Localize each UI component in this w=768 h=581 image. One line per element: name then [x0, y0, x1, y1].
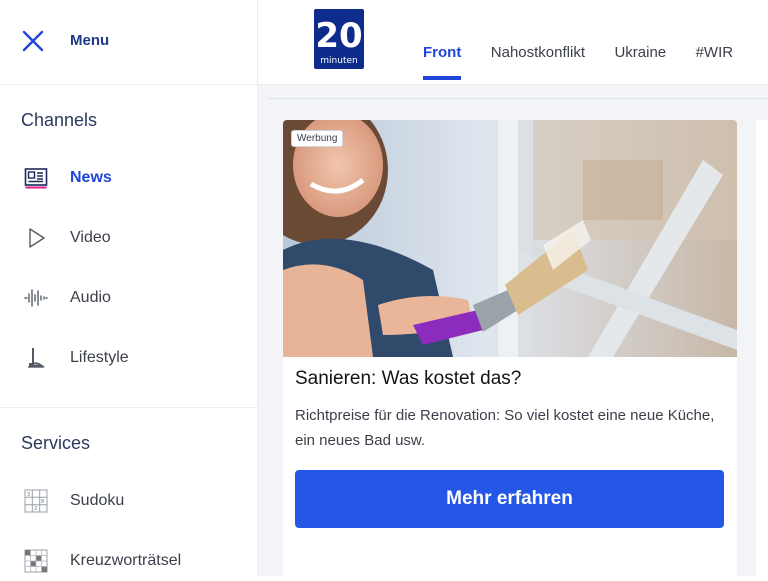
top-navigation: 20 minuten Front Nahostkonflikt Ukraine …: [258, 0, 768, 85]
heel-icon: [28, 348, 45, 368]
sidebar-header: Menu: [0, 0, 257, 85]
next-card-edge: [756, 120, 768, 576]
channels-title: Channels: [21, 110, 98, 130]
sidebar-item-label: Kreuzworträtsel: [70, 552, 182, 569]
ad-badge: Werbung: [291, 130, 344, 147]
close-icon[interactable]: [22, 30, 44, 52]
newspaper-icon: [24, 168, 48, 189]
sidebar-item-sudoku[interactable]: 3 8 2 Sudoku: [0, 481, 257, 521]
menu-label: Menu: [70, 32, 110, 49]
more-info-button[interactable]: Mehr erfahren: [295, 470, 724, 528]
content-divider: [268, 98, 768, 99]
sidebar-item-crossword[interactable]: Kreuzworträtsel: [0, 541, 257, 581]
sidebar-item-label: Audio: [70, 289, 111, 306]
ad-card[interactable]: Werbung Sanieren: Was kostet das? Richtp…: [283, 120, 737, 576]
waveform-icon: [24, 289, 48, 307]
sidebar-item-label: News: [70, 169, 112, 186]
crossword-grid-icon: [24, 549, 48, 573]
sidebar-divider: [0, 407, 257, 408]
sidebar-item-label: Video: [70, 229, 111, 246]
sidebar-item-video[interactable]: Video: [0, 218, 257, 258]
ad-description: Richtpreise für die Renovation: So viel …: [295, 407, 715, 449]
sudoku-grid-icon: 3 8 2: [24, 489, 48, 513]
sidebar-item-label: Lifestyle: [70, 349, 129, 366]
sidebar-item-label: Sudoku: [70, 492, 125, 509]
logo-number: 20: [315, 16, 362, 56]
sidebar-item-news[interactable]: News: [0, 158, 257, 198]
svg-text:3: 3: [27, 492, 30, 498]
svg-text:2: 2: [34, 506, 37, 512]
tab-nahostkonflikt[interactable]: Nahostkonflikt: [491, 44, 585, 61]
20-minuten-logo[interactable]: 20 minuten: [314, 9, 364, 69]
sidebar-item-lifestyle[interactable]: Lifestyle: [0, 338, 257, 378]
tab-ukraine[interactable]: Ukraine: [614, 44, 666, 61]
sidebar-menu: Menu Channels News Video Audio Lifestyle…: [0, 0, 258, 576]
ad-image[interactable]: [283, 120, 737, 357]
sidebar-item-audio[interactable]: Audio: [0, 278, 257, 318]
tab-front[interactable]: Front: [423, 44, 462, 80]
tab-wir[interactable]: #WIR: [696, 44, 734, 61]
ad-title[interactable]: Sanieren: Was kostet das?: [295, 368, 521, 390]
section-tabs: Front Nahostkonflikt Ukraine #WIR: [423, 44, 758, 80]
logo-wordmark: minuten: [320, 56, 357, 66]
play-icon: [29, 228, 45, 248]
svg-text:8: 8: [41, 499, 44, 505]
services-title: Services: [21, 433, 91, 453]
